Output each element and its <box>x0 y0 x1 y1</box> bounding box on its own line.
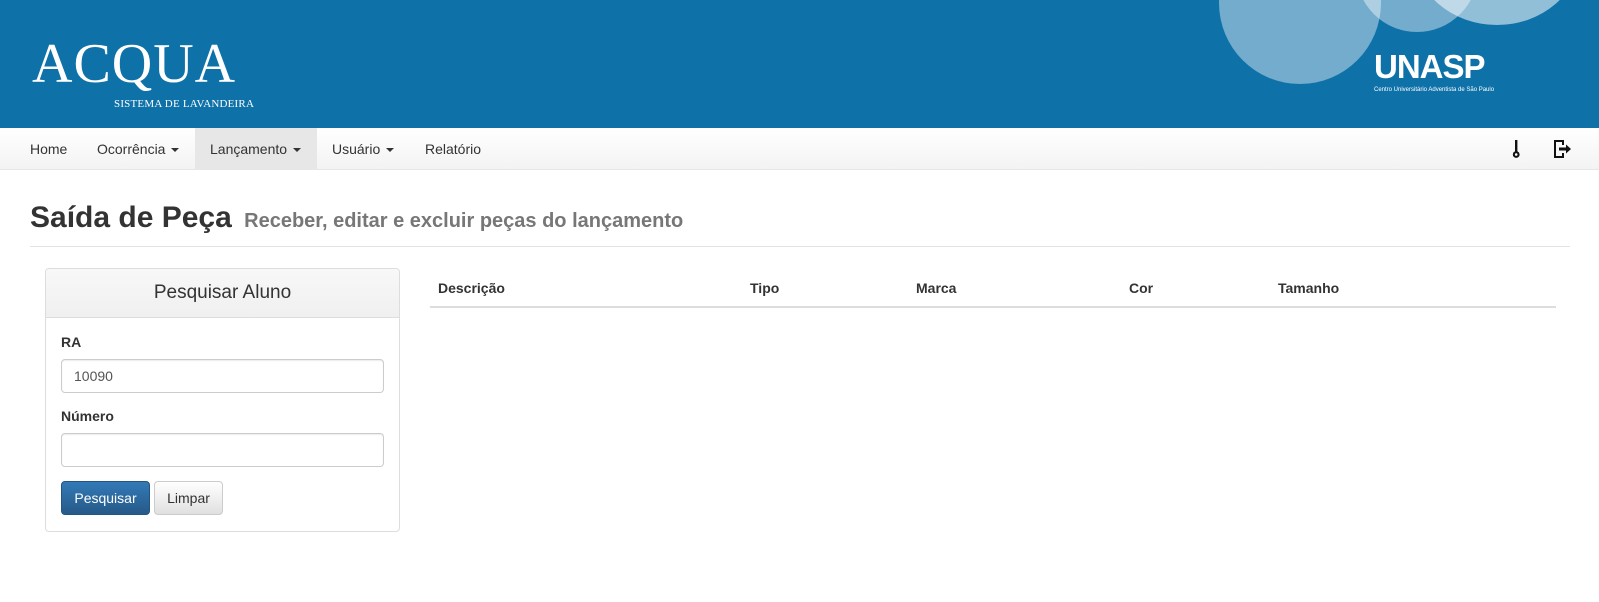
clear-button[interactable]: Limpar <box>154 481 223 515</box>
thermometer-icon[interactable] <box>1505 138 1527 160</box>
page-subtitle: Receber, editar e excluir peças do lança… <box>244 210 684 232</box>
ra-input[interactable] <box>61 359 384 393</box>
column-header-marca: Marca <box>908 270 1121 308</box>
search-button[interactable]: Pesquisar <box>61 481 150 515</box>
caret-down-icon <box>171 148 180 153</box>
unasp-tagline: Centro Universitário Adventista de São P… <box>1374 87 1495 93</box>
logout-icon[interactable] <box>1551 138 1573 160</box>
column-header-descricao: Descrição <box>430 270 742 308</box>
numero-input[interactable] <box>61 433 384 467</box>
nav-item-lancamento[interactable]: Lançamento <box>195 128 317 170</box>
caret-down-icon <box>386 148 395 153</box>
nav-item-label: Usuário <box>332 141 381 157</box>
column-header-cor: Cor <box>1121 270 1270 308</box>
nav-item-ocorrencia[interactable]: Ocorrência <box>82 128 194 170</box>
caret-down-icon <box>293 148 302 153</box>
main-navbar: Home Ocorrência Lançamento Usuário Relat… <box>0 128 1599 170</box>
nav-item-usuario[interactable]: Usuário <box>317 128 409 170</box>
page-header: Saída de Peça Receber, editar e excluir … <box>30 200 1570 247</box>
nav-item-home[interactable]: Home <box>15 128 82 170</box>
brand-title: ACQUA <box>32 33 237 95</box>
numero-label: Número <box>61 408 114 424</box>
nav-item-label: Home <box>30 141 68 157</box>
page-title-text: Saída de Peça <box>30 201 232 234</box>
table-header-row: Descrição Tipo Marca Cor Tamanho <box>430 270 1556 308</box>
nav-item-label: Ocorrência <box>97 141 166 157</box>
decorative-circle <box>1219 0 1381 84</box>
panel-heading: Pesquisar Aluno <box>46 269 399 318</box>
unasp-wordmark: UNASP <box>1374 48 1486 85</box>
acqua-logo[interactable]: ACQUA SISTEMA DE LAVANDEIRA <box>32 33 254 110</box>
nav-item-label: Lançamento <box>210 141 288 157</box>
column-header-tamanho: Tamanho <box>1270 270 1556 308</box>
brand-subtitle: SISTEMA DE LAVANDEIRA <box>114 98 255 110</box>
header-banner: ACQUA SISTEMA DE LAVANDEIRA UNASP Centro… <box>0 0 1599 128</box>
page-title: Saída de Peça Receber, editar e excluir … <box>30 200 1570 239</box>
nav-item-relatorio[interactable]: Relatório <box>410 128 496 170</box>
column-header-tipo: Tipo <box>742 270 908 308</box>
search-student-panel: Pesquisar Aluno RA Número Pesquisar Limp… <box>45 268 400 532</box>
ra-label: RA <box>61 334 82 350</box>
unasp-logo: UNASP Centro Universitário Adventista de… <box>1374 50 1494 94</box>
nav-item-label: Relatório <box>425 141 482 157</box>
items-table: Descrição Tipo Marca Cor Tamanho <box>430 270 1556 308</box>
